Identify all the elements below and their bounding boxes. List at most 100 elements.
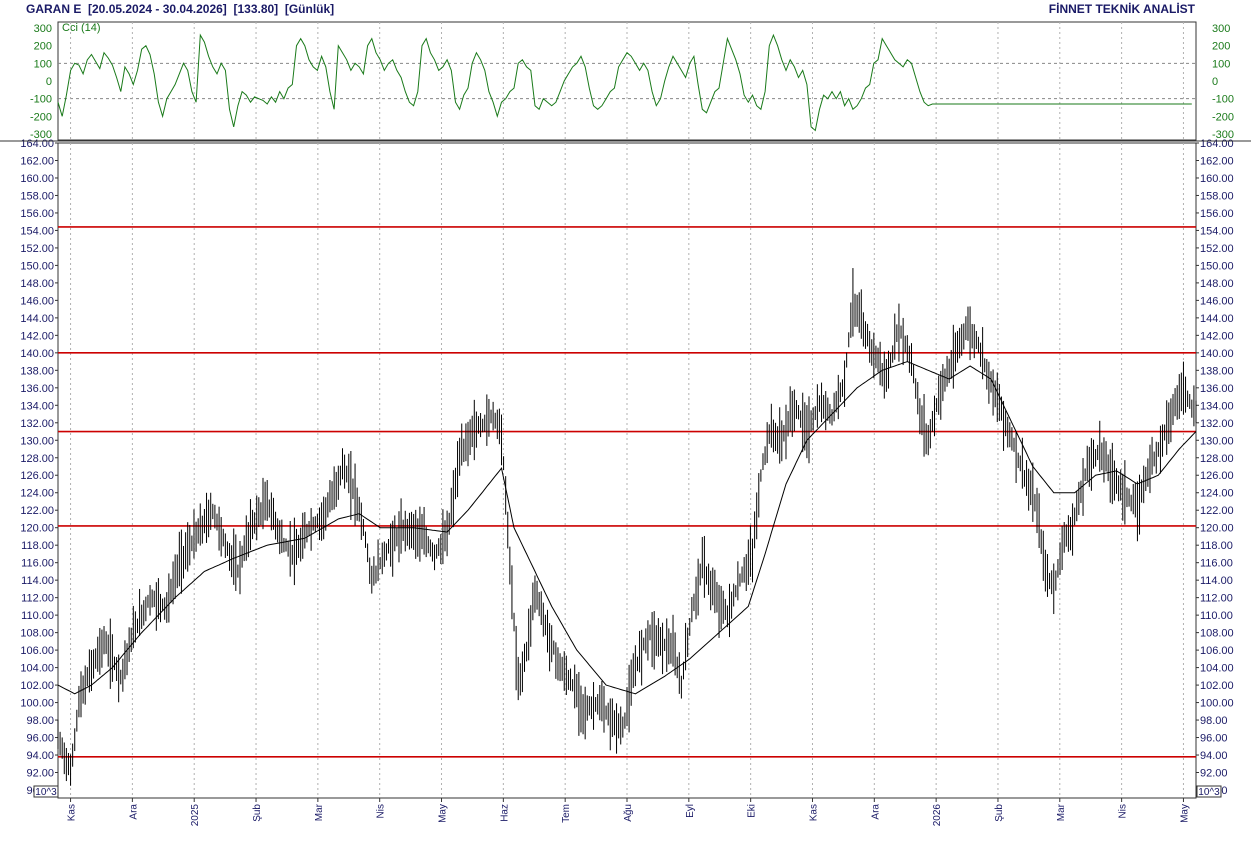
price-tick-left: 156.00: [20, 208, 54, 220]
x-tick-label: Şub: [252, 804, 263, 822]
price-tick-right: 118.00: [1200, 540, 1233, 552]
cci-tick-right: -100: [1212, 94, 1234, 106]
price-tick-left: 122.00: [20, 505, 54, 517]
cci-tick-right: 0: [1212, 76, 1218, 88]
price-tick-left: 118.00: [21, 540, 54, 552]
price-tick-left: 138.00: [20, 365, 54, 377]
price-tick-left: 162.00: [20, 155, 54, 167]
cci-tick-left: 200: [34, 41, 52, 53]
x-tick-label: Nis: [376, 804, 387, 818]
price-tick-right: 140.00: [1200, 348, 1234, 360]
x-tick-label: Şub: [994, 804, 1005, 822]
x-tick-label: Haz: [499, 804, 510, 822]
x-tick-label: May: [1179, 804, 1190, 823]
price-tick-right: 94.00: [1200, 750, 1228, 762]
price-panel: 164.00 164.00 162.00 162.00 160.00 160.00 158.…: [20, 138, 1234, 799]
price-tick-left: 146.00: [20, 295, 54, 307]
price-tick-right: 136.00: [1200, 383, 1234, 395]
price-tick-right: 128.00: [1200, 453, 1234, 465]
price-tick-left: 154.00: [20, 225, 54, 237]
x-tick-label: May: [438, 804, 449, 823]
x-tick-label: Eki: [747, 804, 758, 818]
price-tick-right: 134.00: [1200, 400, 1234, 412]
price-tick-left: 104.00: [20, 663, 54, 675]
price-tick-right: 152.00: [1200, 243, 1234, 255]
price-tick-right: 112.00: [1200, 593, 1233, 605]
x-axis: Kas Ara 2025 Şub Mar Nis May Haz Tem Ağu Eyl Eki Kas…: [67, 798, 1190, 827]
price-tick-right: 130.00: [1200, 435, 1234, 447]
price-tick-left: 160.00: [20, 173, 54, 185]
price-tick-left: 110.00: [21, 610, 54, 622]
price-tick-left: 112.00: [21, 593, 54, 605]
price-tick-right: 144.00: [1200, 313, 1234, 325]
price-tick-right: 124.00: [1200, 488, 1234, 500]
price-tick-left: 130.00: [20, 435, 54, 447]
price-tick-right: 96.00: [1200, 733, 1228, 745]
x-tick-label: Ara: [128, 804, 139, 820]
price-tick-right: 138.00: [1200, 365, 1234, 377]
ohlc-bars: [57, 268, 1197, 786]
price-tick-right: 116.00: [1200, 558, 1233, 570]
x-tick-label: Kas: [808, 804, 819, 821]
cci-tick-right: 200: [1212, 41, 1230, 53]
price-tick-right: 158.00: [1200, 190, 1234, 202]
price-tick-left: 92.00: [26, 768, 54, 780]
price-tick-right: 114.00: [1200, 575, 1233, 587]
price-tick-left: 152.00: [20, 243, 54, 255]
chart-canvas: 300 300200 200100 1000 0-100 -100-200 -200-300…: [0, 21, 1251, 827]
price-tick-left: 150.00: [20, 260, 54, 272]
price-tick-left: 120.00: [20, 523, 54, 535]
cci-legend: Cci (14): [62, 22, 101, 34]
price-tick-left: 94.00: [26, 750, 54, 762]
price-tick-right: 162.00: [1200, 155, 1234, 167]
price-tick-right: 120.00: [1200, 523, 1234, 535]
cci-tick-left: -200: [30, 111, 52, 123]
price-tick-left: 114.00: [21, 575, 54, 587]
x-tick-label: Mar: [1056, 803, 1067, 821]
price-tick-left: 106.00: [20, 645, 54, 657]
cci-tick-left: 0: [46, 76, 52, 88]
x-tick-label: Mar: [314, 803, 325, 821]
x-tick-label: Kas: [67, 804, 78, 821]
cci-tick-left: 100: [34, 58, 52, 70]
price-tick-left: 126.00: [20, 470, 54, 482]
cci-tick-left: 300: [34, 23, 52, 35]
price-tick-right: 100.00: [1200, 698, 1234, 710]
price-tick-right: 132.00: [1200, 418, 1234, 430]
cci-tick-right: 100: [1212, 58, 1230, 70]
price-tick-right: 108.00: [1200, 628, 1234, 640]
price-tick-right: 164.00: [1200, 138, 1234, 150]
price-tick-right: 126.00: [1200, 470, 1234, 482]
price-tick-left: 116.00: [21, 558, 54, 570]
cci-tick-left: -100: [30, 94, 52, 106]
price-tick-right: 106.00: [1200, 645, 1234, 657]
price-tick-right: 102.00: [1200, 680, 1234, 692]
price-tick-left: 100.00: [20, 698, 54, 710]
price-tick-right: 110.00: [1200, 610, 1233, 622]
price-tick-left: 124.00: [20, 488, 54, 500]
x-tick-label: 2026: [932, 804, 943, 827]
price-tick-left: 98.00: [26, 715, 54, 727]
price-tick-right: 154.00: [1200, 225, 1234, 237]
price-tick-left: 96.00: [26, 733, 54, 745]
price-tick-left: 128.00: [20, 453, 54, 465]
x-tick-label: 2025: [190, 804, 201, 827]
cci-tick-right: 300: [1212, 23, 1230, 35]
x-tick-label: Nis: [1118, 804, 1129, 818]
price-tick-left: 158.00: [20, 190, 54, 202]
price-tick-right: 156.00: [1200, 208, 1234, 220]
price-tick-left: 136.00: [20, 383, 54, 395]
price-tick-left: 134.00: [20, 400, 54, 412]
x-tick-label: Ağu: [623, 804, 634, 822]
x-tick-label: Eyl: [685, 804, 696, 818]
price-tick-left: 132.00: [20, 418, 54, 430]
price-tick-left: 164.00: [20, 138, 54, 150]
price-tick-right: 150.00: [1200, 260, 1234, 272]
price-tick-right: 160.00: [1200, 173, 1234, 185]
scale-note-left: 10^3: [35, 787, 57, 798]
price-tick-left: 148.00: [20, 278, 54, 290]
x-tick-label: Ara: [870, 804, 881, 820]
cci-tick-right: -200: [1212, 111, 1234, 123]
price-tick-right: 148.00: [1200, 278, 1234, 290]
price-tick-right: 98.00: [1200, 715, 1228, 727]
